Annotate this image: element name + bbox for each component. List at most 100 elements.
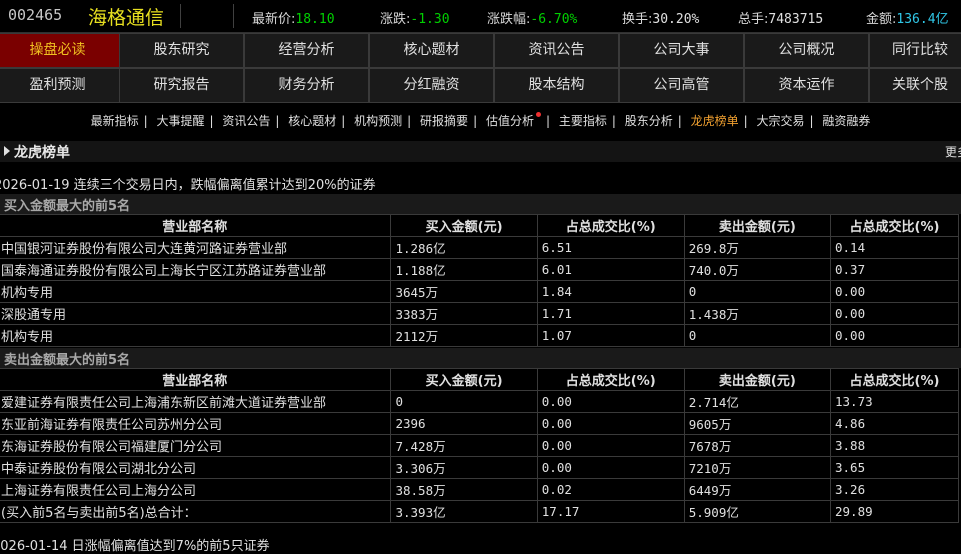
tab-guanlian-gegu[interactable]: 关联个股 [869,68,961,103]
column-header: 占总成交比(%) [830,368,959,391]
sell-ratio: 13.73 [830,390,959,413]
buy-amount: 2112万 [390,324,538,347]
quote-bar: 002465 海格通信 最新价:18.10 涨跌:-1.30 涨跌幅:-6.70… [0,0,961,33]
sublink-rongzi-rongquan[interactable]: 融资融券 [817,112,875,129]
sell-table-title: 卖出金额最大的前5名 [0,348,961,368]
stock-name: 海格通信 [88,7,165,29]
sublink-longhu-bangdan[interactable]: 龙虎榜单 [686,112,744,129]
new-dot-icon [535,112,541,117]
sublink-gudong-fenxi[interactable]: 股东分析 [620,112,678,129]
broker-name[interactable]: 爱建证券有限责任公司上海浦东新区前滩大道证券营业部 [0,390,392,413]
buy-ratio: 0.00 [536,390,685,413]
buy-ratio: 6.51 [536,236,685,259]
table-row: 国泰海通证券股份有限公司上海长宁区江苏路证券营业部 1.188亿 6.01 74… [0,258,959,281]
more-link[interactable]: 更多 [945,143,961,160]
column-header: 买入金额(元) [390,368,538,391]
sell-amount: 1.438万 [683,302,832,325]
buy-amount: 1.286亿 [390,236,538,259]
sell-amount: 269.8万 [683,236,832,259]
sell-amount: 7678万 [683,434,832,457]
tab-zixun-gonggao[interactable]: 资讯公告 [494,33,619,68]
buy-amount: 3.306万 [390,456,538,479]
tab-fenhong-rongzi[interactable]: 分红融资 [369,68,494,103]
sub-nav: 最新指标 | 大事提醒 | 资讯公告 | 核心题材 | 机构预测 | 研报摘要 | 估值分析… [0,112,961,132]
broker-name[interactable]: 机构专用 [0,324,392,347]
quote-change-pct: 涨跌幅:-6.70% [487,12,578,27]
tab-hexin-ticai[interactable]: 核心题材 [369,33,494,68]
quote-volume: 总手:7483715 [738,12,824,27]
sublink-zuixin-zhibiao[interactable]: 最新指标 [86,112,144,129]
broker-name[interactable]: 东亚前海证券有限责任公司苏州分公司 [0,412,392,435]
buy-ratio: 6.01 [536,258,685,281]
divider [180,4,181,28]
sublink-guzhi-fenxi[interactable]: 估值分析 [481,112,546,129]
table-header-row: 营业部名称 买入金额(元) 占总成交比(%) 卖出金额(元) 占总成交比(%) [0,214,959,237]
column-header: 卖出金额(元) [683,368,832,391]
broker-name[interactable]: 国泰海通证券股份有限公司上海长宁区江苏路证券营业部 [0,258,392,281]
sell-amount: 0 [683,324,832,347]
table-header-row: 营业部名称 买入金额(元) 占总成交比(%) 卖出金额(元) 占总成交比(%) [0,368,959,391]
buy-amount: 38.58万 [390,478,538,501]
buy-amount: 0 [390,390,538,413]
broker-name[interactable]: 机构专用 [0,280,392,303]
sublink-dazong-jiaoyi[interactable]: 大宗交易 [752,112,810,129]
record-reason: 2026-01-19 连续三个交易日内，跌幅偏离值累计达到20%的证券 [0,178,376,193]
column-header: 占总成交比(%) [536,214,685,237]
buy-amount: 7.428万 [390,434,538,457]
broker-name[interactable]: 上海证券有限责任公司上海分公司 [0,478,392,501]
divider [233,4,234,28]
section-header: 龙虎榜单 更多 [0,141,961,162]
tab-gongsi-dashi[interactable]: 公司大事 [619,33,744,68]
sell-ratio: 0.00 [830,280,959,303]
sell-ratio: 0.14 [830,236,959,259]
sell-ratio: 0.00 [830,324,959,347]
sell-amount: 0 [683,280,832,303]
tab-gongsi-gaoguan[interactable]: 公司高管 [619,68,744,103]
tab-guben-jiegou[interactable]: 股本结构 [494,68,619,103]
nav-row-1: 操盘必读 股东研究 经营分析 核心题材 资讯公告 公司大事 公司概况 同行比较 [0,33,961,68]
sell-ratio: 3.65 [830,456,959,479]
buy-table-title-text: 买入金额最大的前5名 [4,199,131,214]
broker-name[interactable]: 东海证券股份有限公司福建厦门分公司 [0,434,392,457]
buy-amount: 2396 [390,412,538,435]
sublink-jigou-yuce[interactable]: 机构预测 [349,112,407,129]
sublink-zhuyao-zhibiao[interactable]: 主要指标 [554,112,612,129]
triangle-right-icon [4,146,10,156]
column-header: 营业部名称 [0,368,392,391]
sell-ratio: 0.00 [830,302,959,325]
broker-name[interactable]: 深股通专用 [0,302,392,325]
tab-caiwu-fenxi[interactable]: 财务分析 [244,68,369,103]
sublink-zixun-gonggao[interactable]: 资讯公告 [217,112,275,129]
total-sell-amount: 5.909亿 [683,500,832,523]
nav-row-2: 盈利预测 研究报告 财务分析 分红融资 股本结构 公司高管 资本运作 关联个股 [0,68,961,103]
sublink-hexin-ticai[interactable]: 核心题材 [283,112,341,129]
total-sell-ratio: 29.89 [830,500,959,523]
buy-amount: 1.188亿 [390,258,538,281]
tab-jingying-fenxi[interactable]: 经营分析 [244,33,369,68]
sell-table: 营业部名称 买入金额(元) 占总成交比(%) 卖出金额(元) 占总成交比(%) … [0,368,959,523]
table-row: 东海证券股份有限公司福建厦门分公司 7.428万 0.00 7678万 3.88 [0,434,959,457]
sublink-yanbao-zhaiyao[interactable]: 研报摘要 [415,112,473,129]
sublink-dashi-tixing[interactable]: 大事提醒 [151,112,209,129]
tab-gongsi-gaikuang[interactable]: 公司概况 [744,33,869,68]
buy-ratio: 1.71 [536,302,685,325]
sell-amount: 2.714亿 [683,390,832,413]
tab-ziben-yunzuo[interactable]: 资本运作 [744,68,869,103]
column-header: 占总成交比(%) [830,214,959,237]
sell-ratio: 3.88 [830,434,959,457]
broker-name[interactable]: 中国银河证券股份有限公司大连黄河路证券营业部 [0,236,392,259]
buy-table-title: 买入金额最大的前5名 [0,194,961,214]
tab-yanjiu-baogao[interactable]: 研究报告 [119,68,244,103]
broker-name[interactable]: 中泰证券股份有限公司湖北分公司 [0,456,392,479]
tab-caopan-bidu[interactable]: 操盘必读 [0,33,120,68]
quote-change: 涨跌:-1.30 [380,12,450,27]
table-row: 机构专用 3645万 1.84 0 0.00 [0,280,959,303]
tab-yingli-yuce[interactable]: 盈利预测 [0,68,120,103]
tab-tonghang-bijiao[interactable]: 同行比较 [869,33,961,68]
table-row: 上海证券有限责任公司上海分公司 38.58万 0.02 6449万 3.26 [0,478,959,501]
next-record-reason: 2026-01-14 日涨幅偏离值达到7%的前5只证券 [0,539,270,554]
sell-table-title-text: 卖出金额最大的前5名 [4,353,131,368]
sell-ratio: 4.86 [830,412,959,435]
quote-latest-price: 最新价:18.10 [252,12,335,27]
tab-gudong-yanjiu[interactable]: 股东研究 [119,33,244,68]
